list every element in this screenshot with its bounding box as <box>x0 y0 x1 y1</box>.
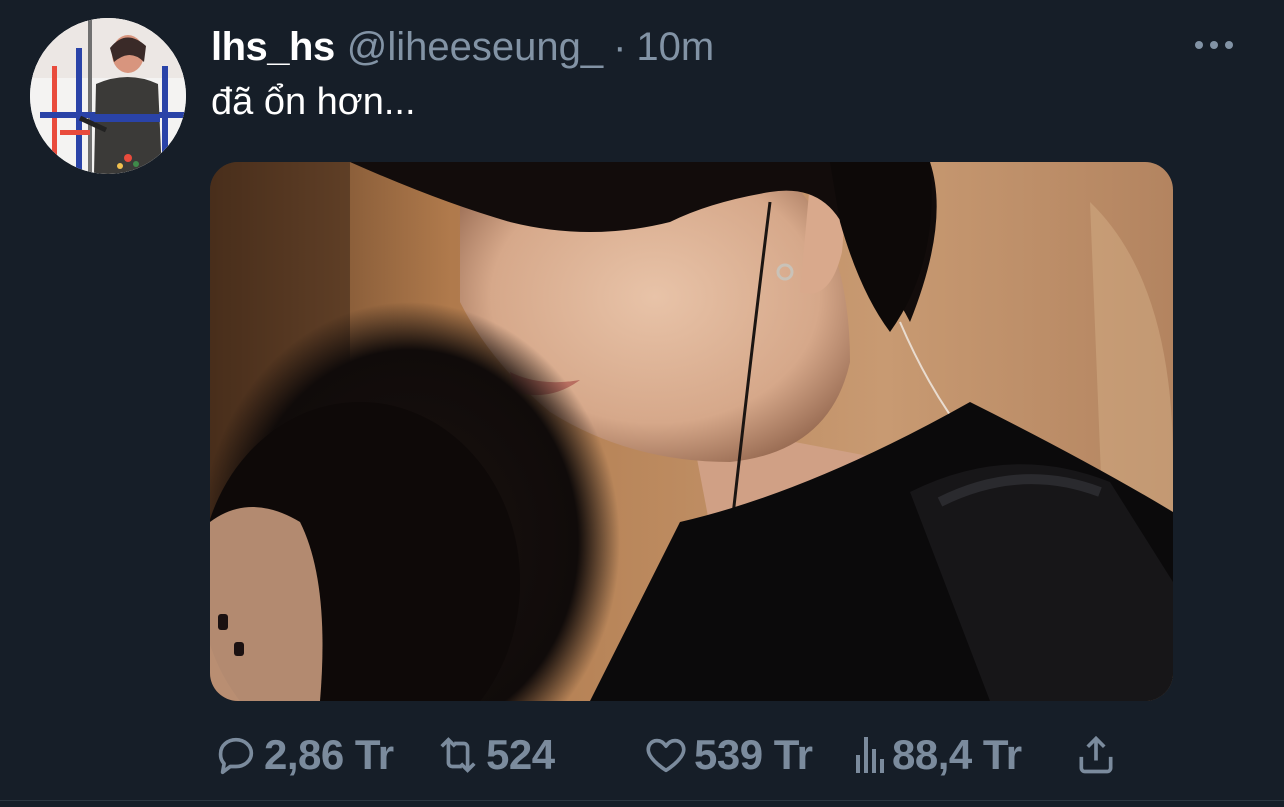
tweet-actions: 2,86 Tr 524 539 Tr 88,4 Tr <box>212 728 1132 782</box>
views-icon <box>852 731 888 779</box>
share-icon <box>1072 731 1120 779</box>
user-handle[interactable]: @liheeseung_ <box>347 24 603 70</box>
views-count: 88,4 Tr <box>892 731 1022 778</box>
tweet-text: đã ổn hơn... <box>211 81 416 123</box>
retweet-icon <box>434 731 482 779</box>
tweet-media-photo[interactable] <box>210 162 1173 701</box>
like-button[interactable]: 539 Tr <box>642 728 813 782</box>
views-button[interactable]: 88,4 Tr <box>852 728 1022 782</box>
reply-count: 2,86 Tr <box>264 731 394 778</box>
retweet-count: 524 <box>486 731 555 778</box>
more-options-button[interactable] <box>1186 30 1242 60</box>
like-count: 539 Tr <box>694 731 813 778</box>
retweet-button[interactable]: 524 <box>434 728 555 782</box>
reply-icon <box>212 731 260 779</box>
avatar-image <box>30 18 186 174</box>
divider <box>0 800 1284 801</box>
display-name[interactable]: lhs_hs <box>211 24 335 70</box>
tweet: lhs_hs @liheeseung_ · 10m đã ổn hơn... 2… <box>0 0 1284 807</box>
reply-button[interactable]: 2,86 Tr <box>212 728 394 782</box>
separator-dot: · <box>613 25 627 69</box>
tweet-header: lhs_hs @liheeseung_ · 10m <box>211 24 714 70</box>
timestamp[interactable]: 10m <box>636 24 714 70</box>
share-button[interactable] <box>1072 728 1120 782</box>
heart-icon <box>642 731 690 779</box>
avatar[interactable] <box>30 18 186 174</box>
more-options-icon <box>1195 41 1233 49</box>
photo <box>210 162 1173 701</box>
